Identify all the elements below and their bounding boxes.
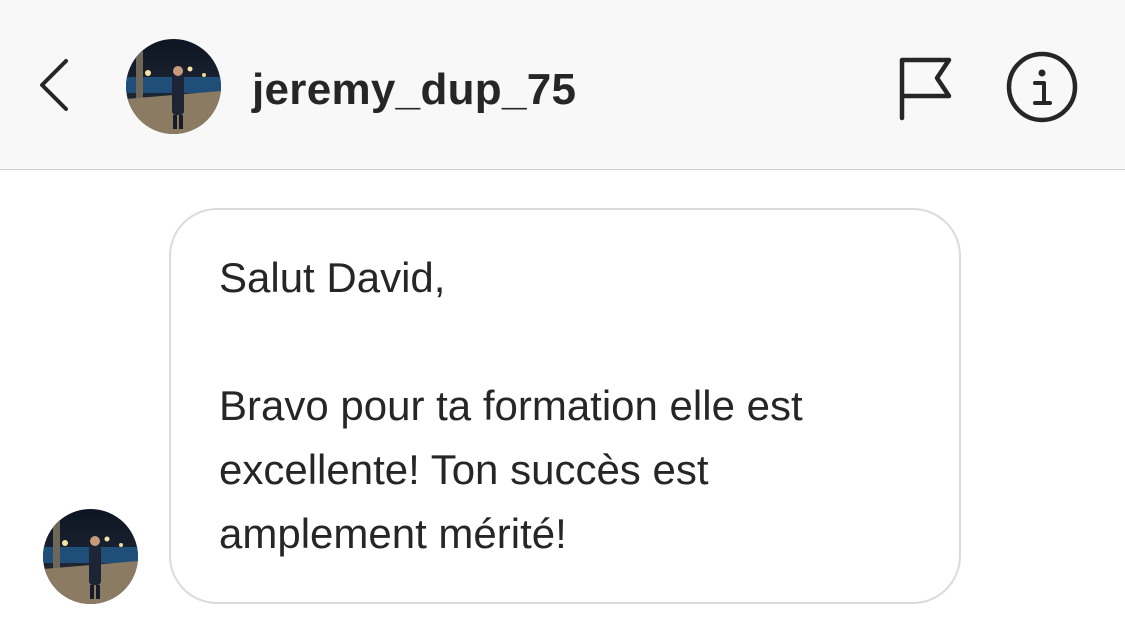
- message-greeting: Salut David,: [219, 254, 446, 301]
- info-icon: [1006, 51, 1078, 123]
- chat-username[interactable]: jeremy_dup_75: [252, 62, 576, 118]
- header-avatar[interactable]: [126, 39, 221, 134]
- message-bubble[interactable]: Salut David, Bravo pour ta formation ell…: [169, 208, 961, 604]
- chat-header: jeremy_dup_75: [0, 0, 1125, 170]
- message-text: Bravo pour ta formation elle est excelle…: [219, 382, 803, 557]
- message-sender-avatar[interactable]: [43, 509, 138, 604]
- report-button[interactable]: [893, 52, 959, 122]
- flag-icon: [899, 57, 952, 121]
- chevron-left-icon: [40, 59, 68, 111]
- back-button[interactable]: [30, 55, 80, 115]
- info-button[interactable]: [1004, 49, 1080, 125]
